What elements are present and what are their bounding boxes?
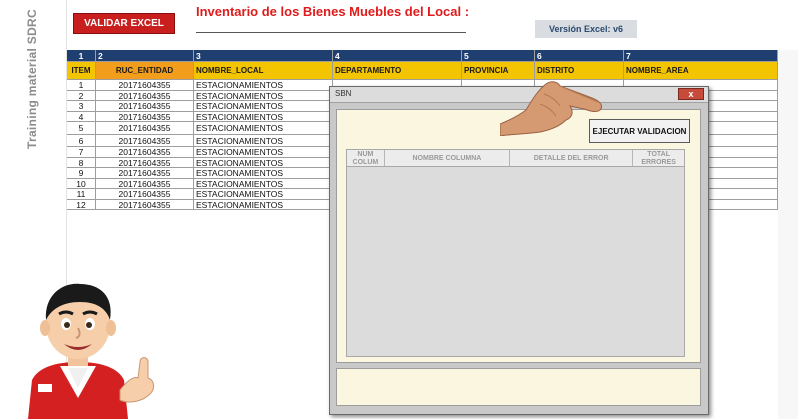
table-cell[interactable]: 6 xyxy=(67,135,96,147)
page-title: Inventario de los Bienes Muebles del Loc… xyxy=(196,4,470,19)
title-underline xyxy=(196,32,466,33)
close-button[interactable]: x xyxy=(678,88,704,100)
version-badge: Versión Excel: v6 xyxy=(535,20,637,38)
col-number[interactable]: 6 xyxy=(535,50,624,62)
dialog-status-panel xyxy=(336,368,701,406)
table-cell[interactable]: 20171604355 xyxy=(96,122,194,135)
table-cell[interactable]: 2 xyxy=(67,90,96,101)
col-number[interactable]: 4 xyxy=(333,50,462,62)
header-item[interactable]: ITEM xyxy=(67,62,96,80)
table-cell[interactable]: 20171604355 xyxy=(96,101,194,112)
table-cell[interactable]: 1 xyxy=(67,80,96,91)
table-cell[interactable]: ESTACIONAMIENTOS xyxy=(194,157,333,168)
table-cell[interactable]: 20171604355 xyxy=(96,178,194,189)
col-number[interactable]: 1 xyxy=(67,50,96,62)
table-cell[interactable]: 12 xyxy=(67,199,96,210)
table-cell[interactable]: ESTACIONAMIENTOS xyxy=(194,147,333,158)
table-cell[interactable]: 4 xyxy=(67,111,96,122)
header-ruc-entidad[interactable]: RUC_ENTIDAD xyxy=(96,62,194,80)
grid-col-detalle: DETALLE DEL ERROR xyxy=(510,150,634,166)
column-number-row: 1 2 3 4 5 6 7 xyxy=(67,50,778,62)
error-grid-body[interactable] xyxy=(346,167,685,357)
header-nombre-local[interactable]: NOMBRE_LOCAL xyxy=(194,62,333,80)
table-cell[interactable]: 20171604355 xyxy=(96,199,194,210)
table-cell[interactable]: ESTACIONAMIENTOS xyxy=(194,111,333,122)
table-cell[interactable]: ESTACIONAMIENTOS xyxy=(194,80,333,91)
table-cell[interactable]: 10 xyxy=(67,178,96,189)
side-label: Training material SDRC xyxy=(25,9,39,149)
table-cell[interactable]: ESTACIONAMIENTOS xyxy=(194,90,333,101)
hand-pointer-icon xyxy=(500,81,603,136)
dialog-body: EJECUTAR VALIDACION NUM COLUM NOMBRE COL… xyxy=(336,109,701,363)
grid-col-nombre: NOMBRE COLUMNA xyxy=(385,150,511,166)
table-cell[interactable]: 20171604355 xyxy=(96,157,194,168)
table-cell[interactable]: ESTACIONAMIENTOS xyxy=(194,135,333,147)
table-cell[interactable]: 7 xyxy=(67,147,96,158)
table-cell[interactable]: ESTACIONAMIENTOS xyxy=(194,178,333,189)
table-cell[interactable]: 20171604355 xyxy=(96,168,194,179)
header-departamento[interactable]: DEPARTAMENTO xyxy=(333,62,462,80)
grid-col-num: NUM COLUM xyxy=(347,150,385,166)
right-strip xyxy=(778,50,798,419)
col-number[interactable]: 5 xyxy=(462,50,535,62)
table-cell[interactable]: 20171604355 xyxy=(96,80,194,91)
col-number[interactable]: 2 xyxy=(96,50,194,62)
table-cell[interactable]: 5 xyxy=(67,122,96,135)
table-cell[interactable]: 20171604355 xyxy=(96,111,194,122)
table-cell[interactable]: ESTACIONAMIENTOS xyxy=(194,199,333,210)
table-cell[interactable]: ESTACIONAMIENTOS xyxy=(194,189,333,200)
table-cell[interactable]: 20171604355 xyxy=(96,135,194,147)
mascot-character xyxy=(28,283,155,419)
grid-col-total: TOTAL ERRORES xyxy=(641,150,676,166)
table-cell[interactable]: 20171604355 xyxy=(96,189,194,200)
col-number[interactable]: 7 xyxy=(624,50,778,62)
table-cell[interactable]: 9 xyxy=(67,168,96,179)
table-cell[interactable]: ESTACIONAMIENTOS xyxy=(194,101,333,112)
table-cell[interactable]: 20171604355 xyxy=(96,90,194,101)
table-cell[interactable]: 3 xyxy=(67,101,96,112)
table-cell[interactable]: 20171604355 xyxy=(96,147,194,158)
header-nombre-area[interactable]: NOMBRE_AREA xyxy=(624,62,778,80)
error-grid-header: NUM COLUM NOMBRE COLUMNA DETALLE DEL ERR… xyxy=(346,149,685,167)
validar-excel-button[interactable]: VALIDAR EXCEL xyxy=(73,13,175,34)
table-cell[interactable]: 11 xyxy=(67,189,96,200)
header-row: ITEM RUC_ENTIDAD NOMBRE_LOCAL DEPARTAMEN… xyxy=(67,62,778,80)
close-icon: x xyxy=(688,89,694,99)
dialog-title: SBN xyxy=(335,89,352,98)
table-cell[interactable]: ESTACIONAMIENTOS xyxy=(194,168,333,179)
col-number[interactable]: 3 xyxy=(194,50,333,62)
table-cell[interactable]: 8 xyxy=(67,157,96,168)
table-cell[interactable]: ESTACIONAMIENTOS xyxy=(194,122,333,135)
